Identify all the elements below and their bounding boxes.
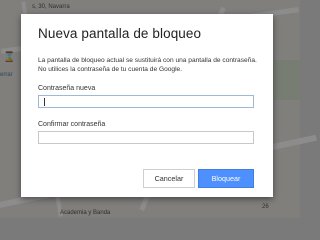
- cancel-button[interactable]: Cancelar: [143, 169, 195, 188]
- map-sidebar-label: errar: [0, 72, 13, 78]
- map-address-text: s, 30, Navarra: [32, 4, 70, 10]
- dialog-title: Nueva pantalla de bloqueo: [38, 26, 202, 41]
- new-password-label: Contraseña nueva: [38, 85, 96, 92]
- dialog-description: La pantalla de bloqueo actual se sustitu…: [38, 57, 257, 73]
- map-pin-icon: ⌛: [3, 52, 16, 63]
- map-house-number: 26: [262, 204, 269, 210]
- map-street-label: Academia y Banda: [60, 210, 111, 216]
- confirm-password-label: Confirmar contraseña: [38, 121, 106, 128]
- new-lock-screen-dialog: Nueva pantalla de bloqueo La pantalla de…: [21, 14, 273, 197]
- new-password-input[interactable]: [38, 95, 254, 108]
- map-sidebar: ⌛ errar: [0, 44, 20, 88]
- confirm-password-input[interactable]: [38, 131, 254, 144]
- text-cursor: [44, 98, 45, 106]
- lock-button[interactable]: Bloquear: [198, 169, 254, 188]
